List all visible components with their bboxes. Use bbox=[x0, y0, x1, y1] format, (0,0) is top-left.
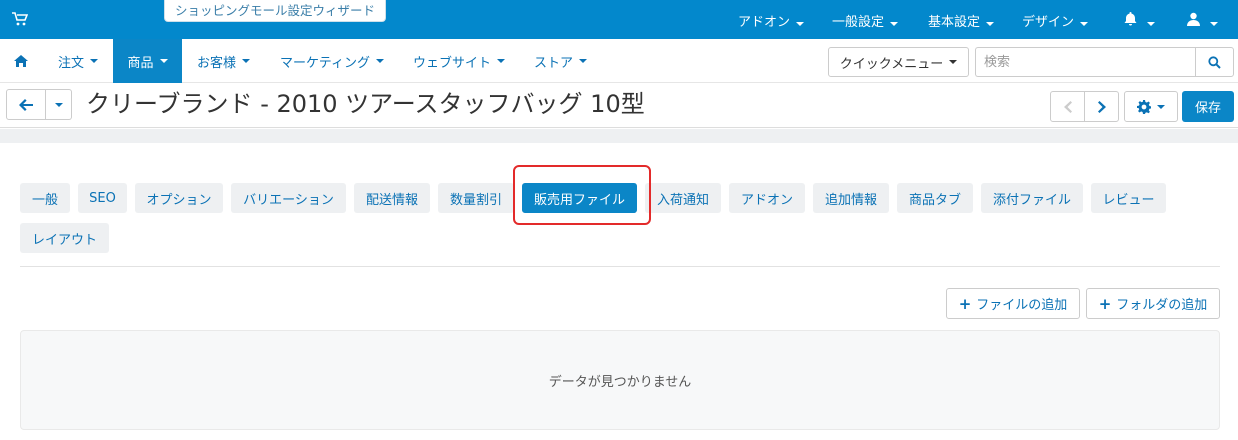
tab-layout[interactable]: レイアウト bbox=[20, 223, 109, 253]
chevron-down-icon bbox=[1147, 22, 1156, 26]
tab-quantity-discounts[interactable]: 数量割引 bbox=[438, 183, 514, 213]
nav-orders[interactable]: 注文 bbox=[58, 39, 99, 83]
tab-additional-info[interactable]: 追加情報 bbox=[813, 183, 889, 213]
page-title: クリーブランド - 2010 ツアースタッフバッグ 10型 bbox=[86, 90, 645, 118]
search-icon bbox=[1208, 55, 1221, 69]
search-input[interactable] bbox=[975, 47, 1196, 77]
tabs-divider bbox=[20, 266, 1220, 267]
user-icon bbox=[1187, 12, 1200, 26]
add-file-button[interactable]: + ファイルの追加 bbox=[946, 288, 1080, 319]
nav-products-label: 商品 bbox=[127, 55, 154, 71]
add-folder-button[interactable]: + フォルダの追加 bbox=[1086, 288, 1220, 319]
tab-attachments[interactable]: 添付ファイル bbox=[981, 183, 1083, 213]
home-icon bbox=[14, 55, 28, 67]
chevron-down-icon bbox=[375, 59, 384, 63]
chevron-down-icon bbox=[54, 102, 63, 107]
tab-seo[interactable]: SEO bbox=[78, 183, 127, 213]
user-menu[interactable] bbox=[1187, 12, 1219, 30]
nav-customers[interactable]: お客様 bbox=[197, 39, 251, 83]
highlight-box bbox=[513, 165, 651, 225]
plus-icon: + bbox=[958, 294, 972, 313]
nav-marketing[interactable]: マーケティング bbox=[280, 39, 384, 83]
nav-marketing-label: マーケティング bbox=[280, 55, 370, 71]
topmenu-general-label: 一般設定 bbox=[832, 15, 885, 30]
chevron-down-icon bbox=[949, 60, 958, 64]
quick-menu-label: クイックメニュー bbox=[839, 56, 944, 72]
top-bar: ショッピングモール設定ウィザード アドオン 一般設定 基本設定 デザイン bbox=[0, 0, 1238, 39]
tab-product-tabs[interactable]: 商品タブ bbox=[897, 183, 973, 213]
nav-store-label: ストア bbox=[534, 55, 574, 71]
cart-icon[interactable] bbox=[12, 12, 28, 26]
chevron-down-icon bbox=[159, 59, 168, 63]
empty-state-panel: データが見つかりません bbox=[20, 330, 1220, 430]
title-bar: クリーブランド - 2010 ツアースタッフバッグ 10型 保存 bbox=[0, 84, 1238, 128]
chevron-down-icon bbox=[1210, 22, 1219, 26]
nav-website-label: ウェブサイト bbox=[413, 55, 492, 71]
topmenu-basic-label: 基本設定 bbox=[928, 15, 981, 30]
chevron-down-icon bbox=[1080, 22, 1089, 26]
tab-variations[interactable]: バリエーション bbox=[231, 183, 346, 213]
settings-dropdown-button[interactable] bbox=[1124, 91, 1178, 122]
topmenu-design-label: デザイン bbox=[1022, 15, 1075, 30]
back-button-group bbox=[6, 89, 72, 120]
nav-customers-label: お客様 bbox=[197, 55, 237, 71]
save-button[interactable]: 保存 bbox=[1182, 91, 1234, 122]
tab-stock-notifications[interactable]: 入荷通知 bbox=[645, 183, 721, 213]
chevron-down-icon bbox=[796, 22, 805, 26]
add-file-label: ファイルの追加 bbox=[976, 298, 1068, 313]
nav-orders-label: 注文 bbox=[58, 55, 85, 71]
plus-icon: + bbox=[1098, 294, 1112, 313]
nav-store[interactable]: ストア bbox=[534, 39, 588, 83]
chevron-down-icon bbox=[497, 59, 506, 63]
chevron-down-icon bbox=[890, 22, 899, 26]
search-button[interactable] bbox=[1195, 47, 1234, 77]
chevron-down-icon bbox=[90, 59, 99, 63]
back-button[interactable] bbox=[6, 89, 46, 120]
tab-options[interactable]: オプション bbox=[135, 183, 223, 213]
back-dropdown-button[interactable] bbox=[46, 89, 72, 120]
tab-reviews[interactable]: レビュー bbox=[1091, 183, 1166, 213]
topmenu-addons[interactable]: アドオン bbox=[738, 11, 805, 30]
tab-addons[interactable]: アドオン bbox=[729, 183, 805, 213]
chevron-down-icon bbox=[242, 59, 251, 63]
header-separator bbox=[0, 129, 1238, 143]
gear-icon bbox=[1137, 99, 1151, 114]
quick-menu-button[interactable]: クイックメニュー bbox=[828, 47, 969, 77]
main-nav: 注文 商品 お客様 マーケティング ウェブサイト ストア クイックメニュー bbox=[0, 39, 1238, 83]
chevron-left-icon bbox=[1063, 100, 1072, 113]
nav-products[interactable]: 商品 bbox=[113, 39, 182, 83]
chevron-down-icon bbox=[1157, 104, 1165, 109]
previous-product-button[interactable] bbox=[1050, 91, 1085, 122]
nav-home[interactable] bbox=[14, 39, 30, 83]
chevron-right-icon bbox=[1097, 100, 1106, 113]
topmenu-general-settings[interactable]: 一般設定 bbox=[832, 11, 899, 30]
chevron-down-icon bbox=[579, 59, 588, 63]
nav-website[interactable]: ウェブサイト bbox=[413, 39, 506, 83]
tab-shipping[interactable]: 配送情報 bbox=[354, 183, 430, 213]
setup-wizard-button[interactable]: ショッピングモール設定ウィザード bbox=[164, 0, 387, 22]
bell-icon bbox=[1124, 12, 1137, 26]
chevron-down-icon bbox=[986, 22, 995, 26]
add-folder-label: フォルダの追加 bbox=[1116, 298, 1208, 313]
tab-general[interactable]: 一般 bbox=[20, 183, 70, 213]
notifications-menu[interactable] bbox=[1124, 12, 1156, 30]
topmenu-addons-label: アドオン bbox=[738, 15, 791, 30]
empty-state-message: データが見つかりません bbox=[548, 374, 692, 390]
topmenu-basic-settings[interactable]: 基本設定 bbox=[928, 11, 995, 30]
arrow-left-icon bbox=[19, 98, 33, 111]
next-product-button[interactable] bbox=[1084, 91, 1119, 122]
topmenu-design[interactable]: デザイン bbox=[1022, 11, 1089, 30]
